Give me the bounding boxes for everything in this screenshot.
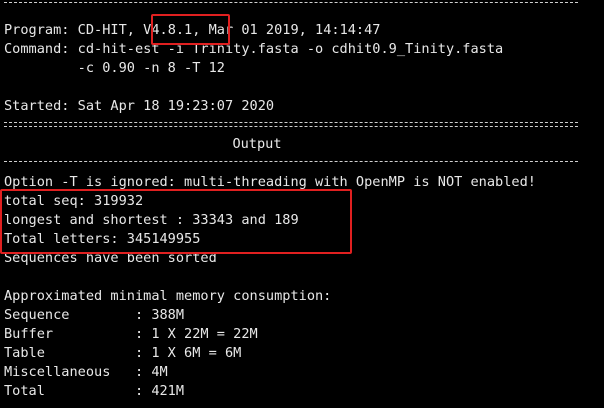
command-line-1: Command: cd-hit-est -i Trinity.fasta -o … [4,41,504,57]
terminal-window[interactable]: Program: CD-HIT, V4.8.1, Mar 01 2019, 14… [0,0,604,408]
separator-top [4,0,578,3]
sorted-line: Sequences have been sorted [4,250,217,266]
total-letters-line: Total letters: 345149955 [4,231,201,247]
memory-row-table: Table : 1 X 6M = 6M [4,345,242,361]
command-line-2: -c 0.90 -n 8 -T 12 [4,60,225,76]
separator-single [4,161,578,162]
program-prefix: Program: CD-HIT, [4,22,144,38]
memory-row-total: Total : 421M [4,383,185,399]
memory-row-buffer: Buffer : 1 X 22M = 22M [4,326,258,342]
memory-row-misc: Miscellaneous : 4M [4,364,168,380]
started-line: Started: Sat Apr 18 19:23:07 2020 [4,98,275,114]
memory-row-sequence: Sequence : 388M [4,307,185,323]
program-date: Mar 01 2019, 14:14:47 [200,22,381,38]
openmp-warning: Option -T is ignored: multi-threading wi… [4,174,536,190]
longest-shortest-line: longest and shortest : 33343 and 189 [4,212,299,228]
program-version: V4.8.1, [143,22,201,38]
output-heading: Output [232,136,282,152]
memory-heading: Approximated minimal memory consumption: [4,288,332,304]
total-seq-line: total seq: 319932 [4,193,144,209]
program-line: Program: CD-HIT, V4.8.1, Mar 01 2019, 14… [4,21,381,40]
separator-double [4,122,578,127]
